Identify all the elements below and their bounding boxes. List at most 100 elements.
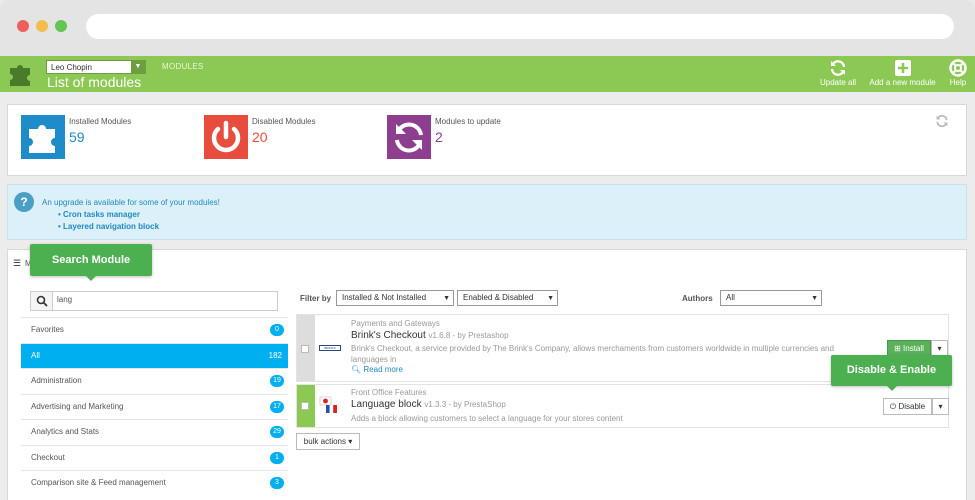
- chevron-down-icon: ▼: [811, 295, 818, 302]
- module-name: Language block v1.3.3 - by PrestaShop: [351, 399, 506, 410]
- category-favorites[interactable]: Favorites 0: [21, 317, 288, 342]
- kpi-value: 2: [435, 129, 443, 145]
- disable-label: Disable: [898, 402, 926, 411]
- category-count-badge: 3: [270, 477, 284, 489]
- search-box: [30, 291, 278, 311]
- browser-chrome: [0, 0, 975, 56]
- category-count-badge: 1: [270, 452, 284, 464]
- update-all-label: Update all: [819, 78, 857, 87]
- flags-icon: [319, 396, 337, 413]
- category-comparison[interactable]: Comparison site & Feed management 3: [21, 470, 288, 495]
- authors-value: All: [726, 293, 735, 302]
- category-all[interactable]: All 182: [21, 343, 288, 368]
- disable-enable-tooltip: Disable & Enable: [831, 355, 952, 391]
- category-advertising[interactable]: Advertising and Marketing 17: [21, 394, 288, 419]
- module-name: Brink's Checkout v1.6.8 - by Prestashop: [351, 330, 509, 341]
- question-icon: ?: [14, 192, 34, 212]
- search-module-tooltip: Search Module: [30, 244, 152, 281]
- authors-select[interactable]: All ▼: [720, 290, 822, 306]
- module-name-text: Brink's Checkout: [351, 330, 426, 341]
- caret-down-icon: ▾: [348, 437, 353, 446]
- kpi-label: Modules to update: [435, 117, 501, 126]
- category-label: Comparison site & Feed management: [31, 478, 166, 487]
- category-label: Favorites: [31, 325, 64, 334]
- update-all-button[interactable]: Update all: [818, 59, 858, 87]
- page-title: List of modules: [47, 74, 142, 90]
- refresh-kpi-icon[interactable]: [935, 114, 949, 128]
- category-label: Administration: [31, 376, 82, 385]
- minimize-window-button[interactable]: [36, 20, 48, 32]
- maximize-window-button[interactable]: [55, 20, 67, 32]
- install-filter-select[interactable]: Installed & Not Installed ▼: [336, 290, 454, 306]
- module-category: Payments and Gateways: [351, 319, 440, 328]
- module-logo: BRINKS CHECKOUT: [319, 345, 341, 351]
- add-module-label: Add a new module: [869, 78, 936, 87]
- close-window-button[interactable]: [17, 20, 29, 32]
- category-label: Checkout: [31, 453, 65, 462]
- enable-filter-value: Enabled & Disabled: [463, 293, 534, 302]
- read-more-label: Read more: [363, 365, 403, 374]
- chevron-down-icon: ▼: [547, 295, 554, 302]
- refresh-icon: [830, 60, 846, 76]
- category-checkout[interactable]: Checkout 1: [21, 445, 288, 470]
- search-input[interactable]: [57, 295, 257, 304]
- category-administration[interactable]: Administration 19: [21, 368, 288, 393]
- page: Leo Chopin ▼ MODULES List of modules Upd…: [0, 56, 975, 500]
- disable-button[interactable]: ⏻ Disable: [883, 398, 932, 415]
- help-button[interactable]: Help: [946, 59, 970, 87]
- chevron-down-icon: ▼: [443, 295, 450, 302]
- category-count-badge: 17: [270, 401, 284, 413]
- kpi-value: 59: [69, 129, 85, 145]
- upgrade-link[interactable]: Cron tasks manager: [58, 210, 159, 219]
- category-label: Advertising and Marketing: [31, 402, 124, 411]
- alert-message: An upgrade is available for some of your…: [42, 198, 220, 207]
- authors-label: Authors: [682, 294, 713, 303]
- address-bar[interactable]: [86, 14, 954, 39]
- kpi-value: 20: [252, 129, 268, 145]
- module-checkbox[interactable]: [301, 402, 309, 410]
- disable-dropdown-toggle[interactable]: ▾: [932, 398, 949, 415]
- upgrade-link[interactable]: Layered navigation block: [58, 222, 159, 231]
- shop-name: Leo Chopin: [51, 63, 92, 72]
- module-row: Front Office Features Language block v1.…: [296, 384, 949, 428]
- category-count-badge: 29: [270, 426, 284, 438]
- caret-down-icon: ▾: [938, 402, 943, 411]
- help-label: Help: [949, 78, 967, 87]
- module-version: v1.3.3 - by PrestaShop: [424, 400, 506, 409]
- filter-by-label: Filter by: [300, 294, 332, 303]
- category-label: All: [31, 351, 40, 360]
- install-filter-value: Installed & Not Installed: [342, 293, 427, 302]
- breadcrumb[interactable]: MODULES: [162, 62, 204, 71]
- bulk-actions-button[interactable]: bulk actions ▾: [296, 433, 360, 450]
- category-label: Analytics and Stats: [31, 427, 100, 436]
- module-checkbox[interactable]: [301, 345, 309, 353]
- module-description: Adds a block allowing customers to selec…: [351, 414, 623, 423]
- module-version: v1.6.8 - by Prestashop: [428, 331, 509, 340]
- category-count-badge: 182: [268, 351, 282, 360]
- category-count-badge: 0: [270, 324, 284, 336]
- kpi-panel: [7, 104, 967, 176]
- admin-header: Leo Chopin ▼ MODULES List of modules Upd…: [0, 56, 975, 92]
- plus-icon: ⊞: [894, 344, 901, 353]
- category-analytics[interactable]: Analytics and Stats 29: [21, 419, 288, 444]
- chevron-down-icon: ▼: [131, 61, 145, 73]
- search-icon: [31, 292, 53, 310]
- add-module-button[interactable]: Add a new module: [865, 59, 940, 87]
- power-icon: ⏻: [889, 402, 897, 411]
- read-more-link[interactable]: 🔍︎ Read more: [351, 365, 403, 374]
- kpi-label: Disabled Modules: [252, 117, 316, 126]
- bulk-actions-label: bulk actions: [303, 437, 346, 446]
- shop-selector[interactable]: Leo Chopin ▼: [46, 60, 146, 74]
- upgrade-alert: ? An upgrade is available for some of yo…: [7, 184, 967, 240]
- category-count-badge: 19: [270, 375, 284, 387]
- puzzle-logo-icon: [10, 65, 30, 86]
- search-icon: 🔍︎: [351, 365, 362, 374]
- plus-square-icon: [894, 60, 911, 76]
- list-icon: ☰: [13, 258, 22, 268]
- enable-filter-select[interactable]: Enabled & Disabled ▼: [457, 290, 558, 306]
- module-description: Brink's Checkout, a service provided by …: [351, 344, 834, 364]
- puzzle-icon: [21, 115, 65, 159]
- install-label: Install: [903, 344, 924, 353]
- upgrade-list: Cron tasks manager Layered navigation bl…: [58, 210, 159, 234]
- kpi-label: Installed Modules: [69, 117, 132, 126]
